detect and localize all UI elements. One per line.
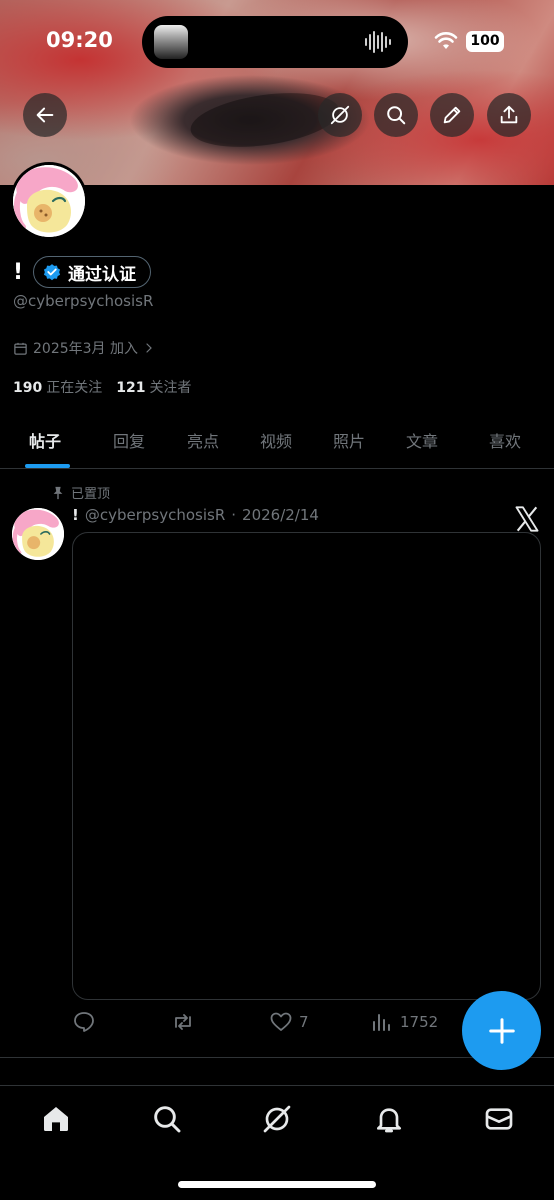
- reply-icon: [74, 1012, 94, 1032]
- verified-chip[interactable]: 通过认证: [33, 256, 152, 288]
- following-link[interactable]: 190 正在关注: [13, 377, 102, 397]
- now-playing-thumbnail: [154, 25, 188, 59]
- back-button[interactable]: [23, 93, 67, 137]
- verified-badge-icon: [43, 264, 61, 281]
- audio-wave-icon: [365, 31, 391, 53]
- tab-replies[interactable]: 回复: [113, 428, 145, 452]
- following-label: 正在关注: [46, 380, 103, 396]
- tab-videos[interactable]: 视频: [260, 428, 292, 452]
- profile-handle: @cyberpsychosisR: [13, 292, 154, 310]
- display-name: !: [13, 259, 24, 285]
- avatar-pony-image: [12, 508, 64, 560]
- tab-posts[interactable]: 帖子: [29, 428, 61, 452]
- post-author-avatar[interactable]: [12, 508, 64, 560]
- dynamic-island[interactable]: [142, 16, 408, 68]
- tab-articles[interactable]: 文章: [406, 428, 438, 452]
- following-count: 190: [13, 380, 43, 396]
- reply-button[interactable]: [72, 1010, 96, 1034]
- battery-indicator: 100: [466, 31, 504, 52]
- plus-icon: [488, 1017, 515, 1044]
- post-author-handle[interactable]: @cyberpsychosisR: [85, 506, 225, 524]
- profile-avatar[interactable]: [10, 162, 88, 240]
- share-button[interactable]: [487, 93, 531, 137]
- profile-tabs: 帖子 回复 亮点 视频 照片 文章 喜欢: [0, 412, 554, 469]
- search-button[interactable]: [374, 93, 418, 137]
- tab-likes[interactable]: 喜欢: [489, 428, 521, 452]
- like-count: 7: [299, 1013, 309, 1031]
- tab-highlights[interactable]: 亮点: [187, 428, 219, 452]
- active-tab-indicator: [25, 464, 70, 468]
- post-separator: ·: [231, 506, 237, 524]
- nav-notifications[interactable]: [372, 1102, 406, 1136]
- mail-icon: [485, 1108, 513, 1130]
- retweet-icon: [175, 1014, 191, 1030]
- avatar-pony-image: [13, 165, 85, 237]
- calendar-icon: [14, 342, 27, 355]
- like-button[interactable]: 7: [269, 1010, 309, 1034]
- home-icon: [44, 1107, 68, 1131]
- search-icon: [154, 1106, 181, 1133]
- post-divider: [0, 1057, 554, 1058]
- followers-link[interactable]: 121 关注者: [116, 377, 191, 397]
- chevron-right-icon: [146, 343, 152, 353]
- views-button[interactable]: 1752: [370, 1010, 438, 1034]
- heart-icon: [270, 1012, 292, 1031]
- arrow-left-icon: [36, 107, 54, 123]
- nav-search[interactable]: [150, 1102, 184, 1136]
- grok-icon: [330, 105, 350, 125]
- status-time: 09:20: [46, 28, 113, 52]
- joined-date-row[interactable]: 2025年3月 加入: [13, 338, 155, 358]
- x-logo-icon[interactable]: [513, 505, 541, 533]
- followers-count: 121: [116, 380, 146, 396]
- home-indicator[interactable]: [178, 1181, 376, 1188]
- pencil-icon: [443, 106, 461, 124]
- wifi-icon: [434, 32, 458, 49]
- bell-icon: [377, 1108, 401, 1133]
- pinned-label: 已置顶: [71, 487, 111, 502]
- post-author-name[interactable]: !: [72, 506, 79, 524]
- grok-button[interactable]: [318, 93, 362, 137]
- share-icon: [500, 105, 518, 124]
- tab-photos[interactable]: 照片: [333, 428, 365, 452]
- joined-label: 2025年3月 加入: [33, 341, 138, 357]
- pin-icon: [53, 486, 63, 499]
- verified-label: 通过认证: [68, 264, 137, 285]
- retweet-button[interactable]: [171, 1010, 195, 1034]
- edit-button[interactable]: [430, 93, 474, 137]
- grok-icon: [263, 1105, 291, 1133]
- search-icon: [387, 106, 406, 125]
- followers-label: 关注者: [149, 380, 192, 396]
- compose-button[interactable]: [462, 991, 541, 1070]
- post-media[interactable]: [72, 532, 541, 1000]
- views-icon: [373, 1014, 390, 1031]
- nav-grok[interactable]: [260, 1102, 294, 1136]
- nav-home[interactable]: [39, 1102, 73, 1136]
- nav-messages[interactable]: [482, 1102, 516, 1136]
- view-count: 1752: [400, 1013, 439, 1031]
- post-date[interactable]: 2026/2/14: [242, 506, 319, 524]
